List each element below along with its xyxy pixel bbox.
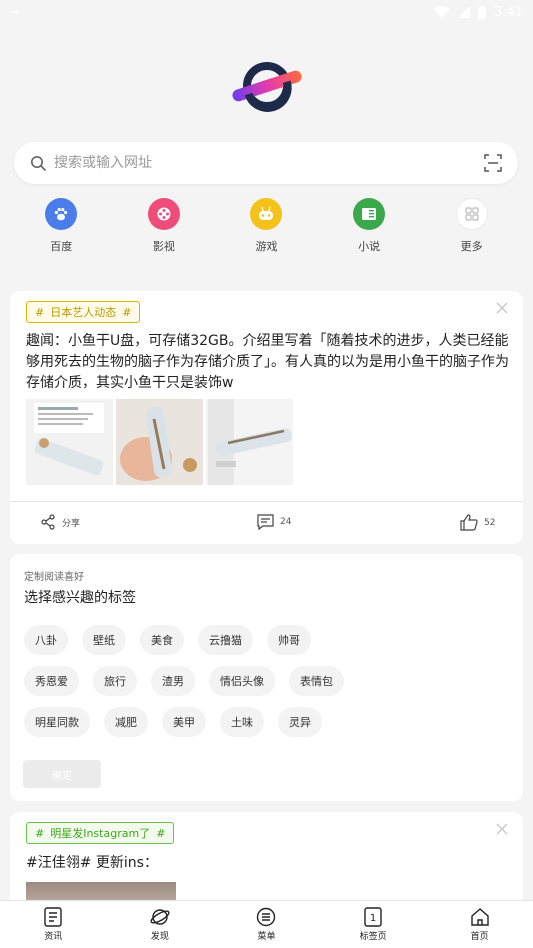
share-button[interactable]: 分享 <box>40 514 80 530</box>
interest-tag-row: 八卦 壁纸 美食 云撸猫 帅哥 <box>24 625 311 655</box>
battery-icon <box>477 5 486 19</box>
interest-tag[interactable]: 旅行 <box>93 666 137 696</box>
nav-home[interactable]: 首页 <box>440 907 520 942</box>
preference-subtitle: 定制阅读喜好 <box>24 572 84 583</box>
card-actions: 分享 24 52 <box>10 501 523 544</box>
notification-icon <box>12 9 18 15</box>
close-icon[interactable] <box>495 822 509 836</box>
confirm-button[interactable]: 确定 <box>23 760 101 788</box>
interest-tag[interactable]: 渣男 <box>151 666 195 696</box>
interest-tag[interactable]: 表情包 <box>289 666 344 696</box>
search-bar[interactable] <box>14 142 518 184</box>
interest-tag[interactable]: 减肥 <box>104 707 148 737</box>
close-icon[interactable] <box>495 301 509 315</box>
nav-menu[interactable]: 菜单 <box>226 907 306 942</box>
interest-tag[interactable]: 壁纸 <box>82 625 126 655</box>
interest-tag[interactable]: 美食 <box>140 625 184 655</box>
like-count: 52 <box>484 517 496 528</box>
interest-tag[interactable]: 秀恩爱 <box>24 666 79 696</box>
shortcut-games[interactable]: 游戏 <box>226 198 306 254</box>
shortcut-video[interactable]: 影视 <box>124 198 204 254</box>
reading-preference-card: 定制阅读喜好 选择感兴趣的标签 八卦 壁纸 美食 云撸猫 帅哥 秀恩爱 旅行 渣… <box>10 554 523 801</box>
hash-icon: # <box>122 305 132 319</box>
nav-label: 资讯 <box>44 932 63 942</box>
share-icon <box>41 514 55 530</box>
interest-tag[interactable]: 情侣头像 <box>209 666 275 696</box>
shortcut-label: 百度 <box>50 240 73 253</box>
interest-tag-row: 明星同款 减肥 美甲 土味 灵异 <box>24 707 322 737</box>
interest-tag-row: 秀恩爱 旅行 渣男 情侣头像 表情包 <box>24 666 344 696</box>
nav-label: 发现 <box>150 932 169 942</box>
nav-label: 首页 <box>470 932 489 942</box>
post-image[interactable] <box>206 399 293 485</box>
hash-icon: # <box>156 826 166 840</box>
shortcut-label: 更多 <box>460 240 483 253</box>
nav-tabs[interactable]: 1 标签页 <box>333 907 413 942</box>
tab-count: 1 <box>370 913 376 924</box>
hash-icon: # <box>35 826 45 840</box>
comment-icon <box>257 514 274 530</box>
topic-tag[interactable]: # 日本艺人动态 # <box>26 301 141 323</box>
post-image[interactable] <box>26 399 113 485</box>
gamepad-icon <box>250 198 283 230</box>
nav-discover[interactable]: 发现 <box>120 907 200 942</box>
interest-tag[interactable]: 土味 <box>220 707 264 737</box>
interest-tag[interactable]: 八卦 <box>24 625 68 655</box>
interest-tag[interactable]: 帅哥 <box>267 625 311 655</box>
search-icon <box>31 156 46 171</box>
shortcut-label: 小说 <box>358 240 381 253</box>
signal-icon <box>457 6 470 18</box>
planet-icon <box>150 909 170 925</box>
browser-logo <box>232 62 302 112</box>
shortcut-label: 游戏 <box>255 240 278 253</box>
topic-tag-label: 日本艺人动态 <box>50 306 117 319</box>
tabs-icon: 1 <box>364 907 382 927</box>
film-reel-icon <box>147 198 180 230</box>
menu-icon <box>257 907 276 927</box>
grid-icon <box>455 198 488 230</box>
paw-icon <box>45 198 78 230</box>
shortcut-label: 影视 <box>152 240 175 253</box>
comment-button[interactable]: 24 <box>257 514 291 530</box>
post-image[interactable] <box>116 399 203 485</box>
interest-tag[interactable]: 明星同款 <box>24 707 90 737</box>
shortcut-baidu[interactable]: 百度 <box>21 198 101 254</box>
share-label: 分享 <box>62 518 81 529</box>
interest-tag[interactable]: 云撸猫 <box>198 625 253 655</box>
nav-label: 标签页 <box>359 932 387 942</box>
preference-title: 选择感兴趣的标签 <box>24 590 136 606</box>
news-card[interactable]: # 日本艺人动态 # 趣闻：小鱼干U盘，可存储32GB。介绍里写着「随着技术的进… <box>10 291 523 544</box>
interest-tag[interactable]: 灵异 <box>278 707 322 737</box>
book-icon <box>353 198 386 230</box>
home-icon <box>470 908 489 926</box>
interest-tag[interactable]: 美甲 <box>162 707 206 737</box>
shortcut-novels[interactable]: 小说 <box>329 198 409 254</box>
post-text: 趣闻：小鱼干U盘，可存储32GB。介绍里写着「随着技术的进步，人类已经能够用死去… <box>26 333 509 391</box>
news-card[interactable]: # 明星发Instagram了 # #汪佳翎# 更新ins： <box>10 812 523 912</box>
shortcut-grid: 百度 影视 游戏 小说 更多 <box>10 198 523 254</box>
thumbs-up-icon <box>460 514 478 531</box>
hash-icon: # <box>35 305 45 319</box>
bottom-nav: 资讯 发现 菜单 1 标签页 首页 <box>0 900 533 948</box>
post-images <box>26 399 293 485</box>
status-bar: 3:41 <box>0 0 533 24</box>
scan-icon[interactable] <box>484 154 502 172</box>
nav-label: 菜单 <box>257 932 276 942</box>
comment-count: 24 <box>280 517 292 527</box>
news-icon <box>44 907 62 927</box>
topic-tag[interactable]: # 明星发Instagram了 # <box>26 822 175 844</box>
nav-news[interactable]: 资讯 <box>13 907 93 942</box>
status-time: 3:41 <box>493 4 523 20</box>
like-button[interactable]: 52 <box>460 514 495 531</box>
search-input[interactable] <box>54 155 484 171</box>
shortcut-more[interactable]: 更多 <box>432 198 512 254</box>
topic-tag-label: 明星发Instagram了 <box>50 827 151 840</box>
post-text: #汪佳翎# 更新ins： <box>26 855 158 871</box>
wifi-icon <box>433 6 450 18</box>
